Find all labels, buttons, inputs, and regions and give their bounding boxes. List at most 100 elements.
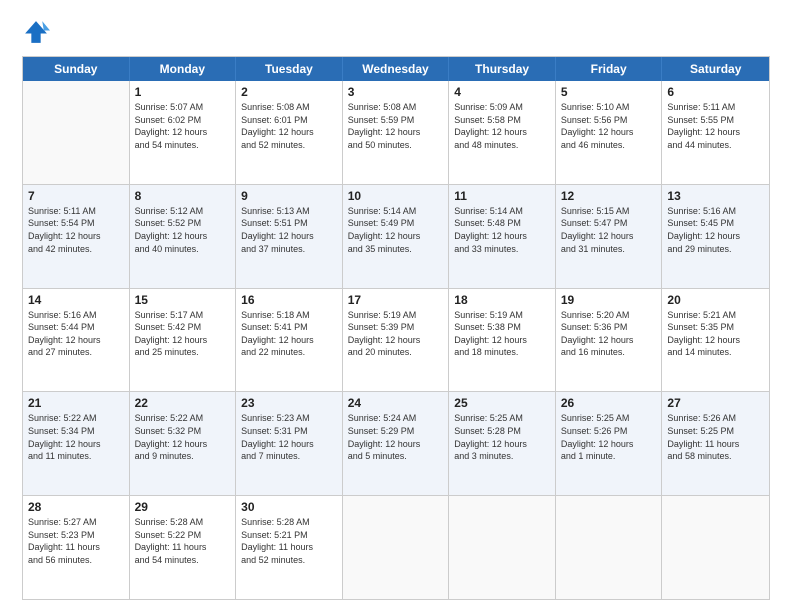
day-number: 8 (135, 189, 231, 203)
cell-line: Sunrise: 5:07 AM (135, 101, 231, 114)
cell-line: Sunrise: 5:17 AM (135, 309, 231, 322)
day-number: 29 (135, 500, 231, 514)
cell-line: and 16 minutes. (561, 346, 657, 359)
header-day-tuesday: Tuesday (236, 57, 343, 81)
cell-line: and 46 minutes. (561, 139, 657, 152)
cell-line: and 5 minutes. (348, 450, 444, 463)
cal-cell-day-23: 23Sunrise: 5:23 AMSunset: 5:31 PMDayligh… (236, 392, 343, 495)
cell-line: Sunset: 5:56 PM (561, 114, 657, 127)
cell-line: Sunset: 5:34 PM (28, 425, 124, 438)
cell-line: and 1 minute. (561, 450, 657, 463)
cell-line: Sunset: 5:52 PM (135, 217, 231, 230)
cell-line: Sunset: 5:36 PM (561, 321, 657, 334)
cell-line: Daylight: 12 hours (561, 126, 657, 139)
cal-cell-day-16: 16Sunrise: 5:18 AMSunset: 5:41 PMDayligh… (236, 289, 343, 392)
cell-line: Sunrise: 5:19 AM (348, 309, 444, 322)
cell-line: Sunset: 5:29 PM (348, 425, 444, 438)
cell-line: and 14 minutes. (667, 346, 764, 359)
cell-line: Daylight: 12 hours (135, 230, 231, 243)
cell-line: Daylight: 12 hours (454, 230, 550, 243)
cell-line: Sunset: 5:55 PM (667, 114, 764, 127)
day-number: 23 (241, 396, 337, 410)
cal-cell-day-20: 20Sunrise: 5:21 AMSunset: 5:35 PMDayligh… (662, 289, 769, 392)
cal-cell-day-18: 18Sunrise: 5:19 AMSunset: 5:38 PMDayligh… (449, 289, 556, 392)
cell-line: Daylight: 12 hours (667, 230, 764, 243)
cell-line: Daylight: 12 hours (135, 438, 231, 451)
cell-line: Daylight: 12 hours (241, 126, 337, 139)
cal-cell-day-5: 5Sunrise: 5:10 AMSunset: 5:56 PMDaylight… (556, 81, 663, 184)
cell-line: Daylight: 11 hours (667, 438, 764, 451)
cell-line: and 27 minutes. (28, 346, 124, 359)
cell-line: Sunrise: 5:16 AM (28, 309, 124, 322)
cal-cell-day-6: 6Sunrise: 5:11 AMSunset: 5:55 PMDaylight… (662, 81, 769, 184)
cal-row-2: 14Sunrise: 5:16 AMSunset: 5:44 PMDayligh… (23, 288, 769, 392)
cell-line: Sunrise: 5:12 AM (135, 205, 231, 218)
day-number: 12 (561, 189, 657, 203)
cal-cell-day-17: 17Sunrise: 5:19 AMSunset: 5:39 PMDayligh… (343, 289, 450, 392)
cell-line: Daylight: 12 hours (454, 334, 550, 347)
cell-line: Sunset: 5:49 PM (348, 217, 444, 230)
cell-line: Daylight: 12 hours (348, 230, 444, 243)
cell-line: Sunset: 5:42 PM (135, 321, 231, 334)
cell-line: Sunset: 5:38 PM (454, 321, 550, 334)
cell-line: and 31 minutes. (561, 243, 657, 256)
day-number: 19 (561, 293, 657, 307)
day-number: 17 (348, 293, 444, 307)
day-number: 27 (667, 396, 764, 410)
cell-line: Sunset: 5:32 PM (135, 425, 231, 438)
day-number: 14 (28, 293, 124, 307)
cell-line: Sunrise: 5:26 AM (667, 412, 764, 425)
cal-cell-day-13: 13Sunrise: 5:16 AMSunset: 5:45 PMDayligh… (662, 185, 769, 288)
cell-line: and 3 minutes. (454, 450, 550, 463)
cell-line: and 42 minutes. (28, 243, 124, 256)
cal-cell-day-26: 26Sunrise: 5:25 AMSunset: 5:26 PMDayligh… (556, 392, 663, 495)
day-number: 11 (454, 189, 550, 203)
cell-line: Daylight: 12 hours (667, 334, 764, 347)
cal-cell-day-27: 27 Sunrise: 5:26 AMSunset: 5:25 PMDayligh… (662, 392, 769, 495)
cell-line: and 7 minutes. (241, 450, 337, 463)
day-number: 6 (667, 85, 764, 99)
day-number: 1 (135, 85, 231, 99)
cell-line: Sunrise: 5:21 AM (667, 309, 764, 322)
day-number: 18 (454, 293, 550, 307)
cell-line: Sunset: 5:25 PM (667, 425, 764, 438)
header-day-sunday: Sunday (23, 57, 130, 81)
cell-line: Daylight: 11 hours (241, 541, 337, 554)
cal-cell-day-12: 12Sunrise: 5:15 AMSunset: 5:47 PMDayligh… (556, 185, 663, 288)
cell-line: Sunset: 6:01 PM (241, 114, 337, 127)
cell-line: and 58 minutes. (667, 450, 764, 463)
cell-line: Daylight: 11 hours (28, 541, 124, 554)
cal-cell-day-19: 19 Sunrise: 5:20 AMSunset: 5:36 PMDayligh… (556, 289, 663, 392)
day-number: 26 (561, 396, 657, 410)
day-number: 24 (348, 396, 444, 410)
cal-cell-day-3: 3Sunrise: 5:08 AMSunset: 5:59 PMDaylight… (343, 81, 450, 184)
cell-line: Sunset: 5:58 PM (454, 114, 550, 127)
cal-cell-day-7: 7Sunrise: 5:11 AMSunset: 5:54 PMDaylight… (23, 185, 130, 288)
header-day-wednesday: Wednesday (343, 57, 450, 81)
day-number: 15 (135, 293, 231, 307)
cal-cell-empty (23, 81, 130, 184)
cell-line: Sunrise: 5:10 AM (561, 101, 657, 114)
cell-line: Daylight: 12 hours (561, 334, 657, 347)
cell-line: Daylight: 12 hours (28, 334, 124, 347)
cell-line: and 50 minutes. (348, 139, 444, 152)
cell-line: Sunrise: 5:13 AM (241, 205, 337, 218)
cell-line: Sunset: 5:41 PM (241, 321, 337, 334)
cell-line: and 25 minutes. (135, 346, 231, 359)
cell-line: Sunset: 5:59 PM (348, 114, 444, 127)
header (22, 18, 770, 46)
cell-line: Daylight: 12 hours (454, 126, 550, 139)
cell-line: Daylight: 12 hours (561, 230, 657, 243)
cell-line: Sunset: 5:31 PM (241, 425, 337, 438)
cell-line: Sunrise: 5:24 AM (348, 412, 444, 425)
header-day-friday: Friday (556, 57, 663, 81)
cell-line: and 35 minutes. (348, 243, 444, 256)
cal-row-4: 28Sunrise: 5:27 AMSunset: 5:23 PMDayligh… (23, 495, 769, 599)
cell-line: Sunrise: 5:09 AM (454, 101, 550, 114)
calendar: SundayMondayTuesdayWednesdayThursdayFrid… (22, 56, 770, 600)
cal-cell-day-14: 14Sunrise: 5:16 AMSunset: 5:44 PMDayligh… (23, 289, 130, 392)
cal-cell-day-15: 15Sunrise: 5:17 AMSunset: 5:42 PMDayligh… (130, 289, 237, 392)
cal-cell-day-11: 11Sunrise: 5:14 AMSunset: 5:48 PMDayligh… (449, 185, 556, 288)
logo (22, 18, 54, 46)
cell-line: Sunrise: 5:20 AM (561, 309, 657, 322)
